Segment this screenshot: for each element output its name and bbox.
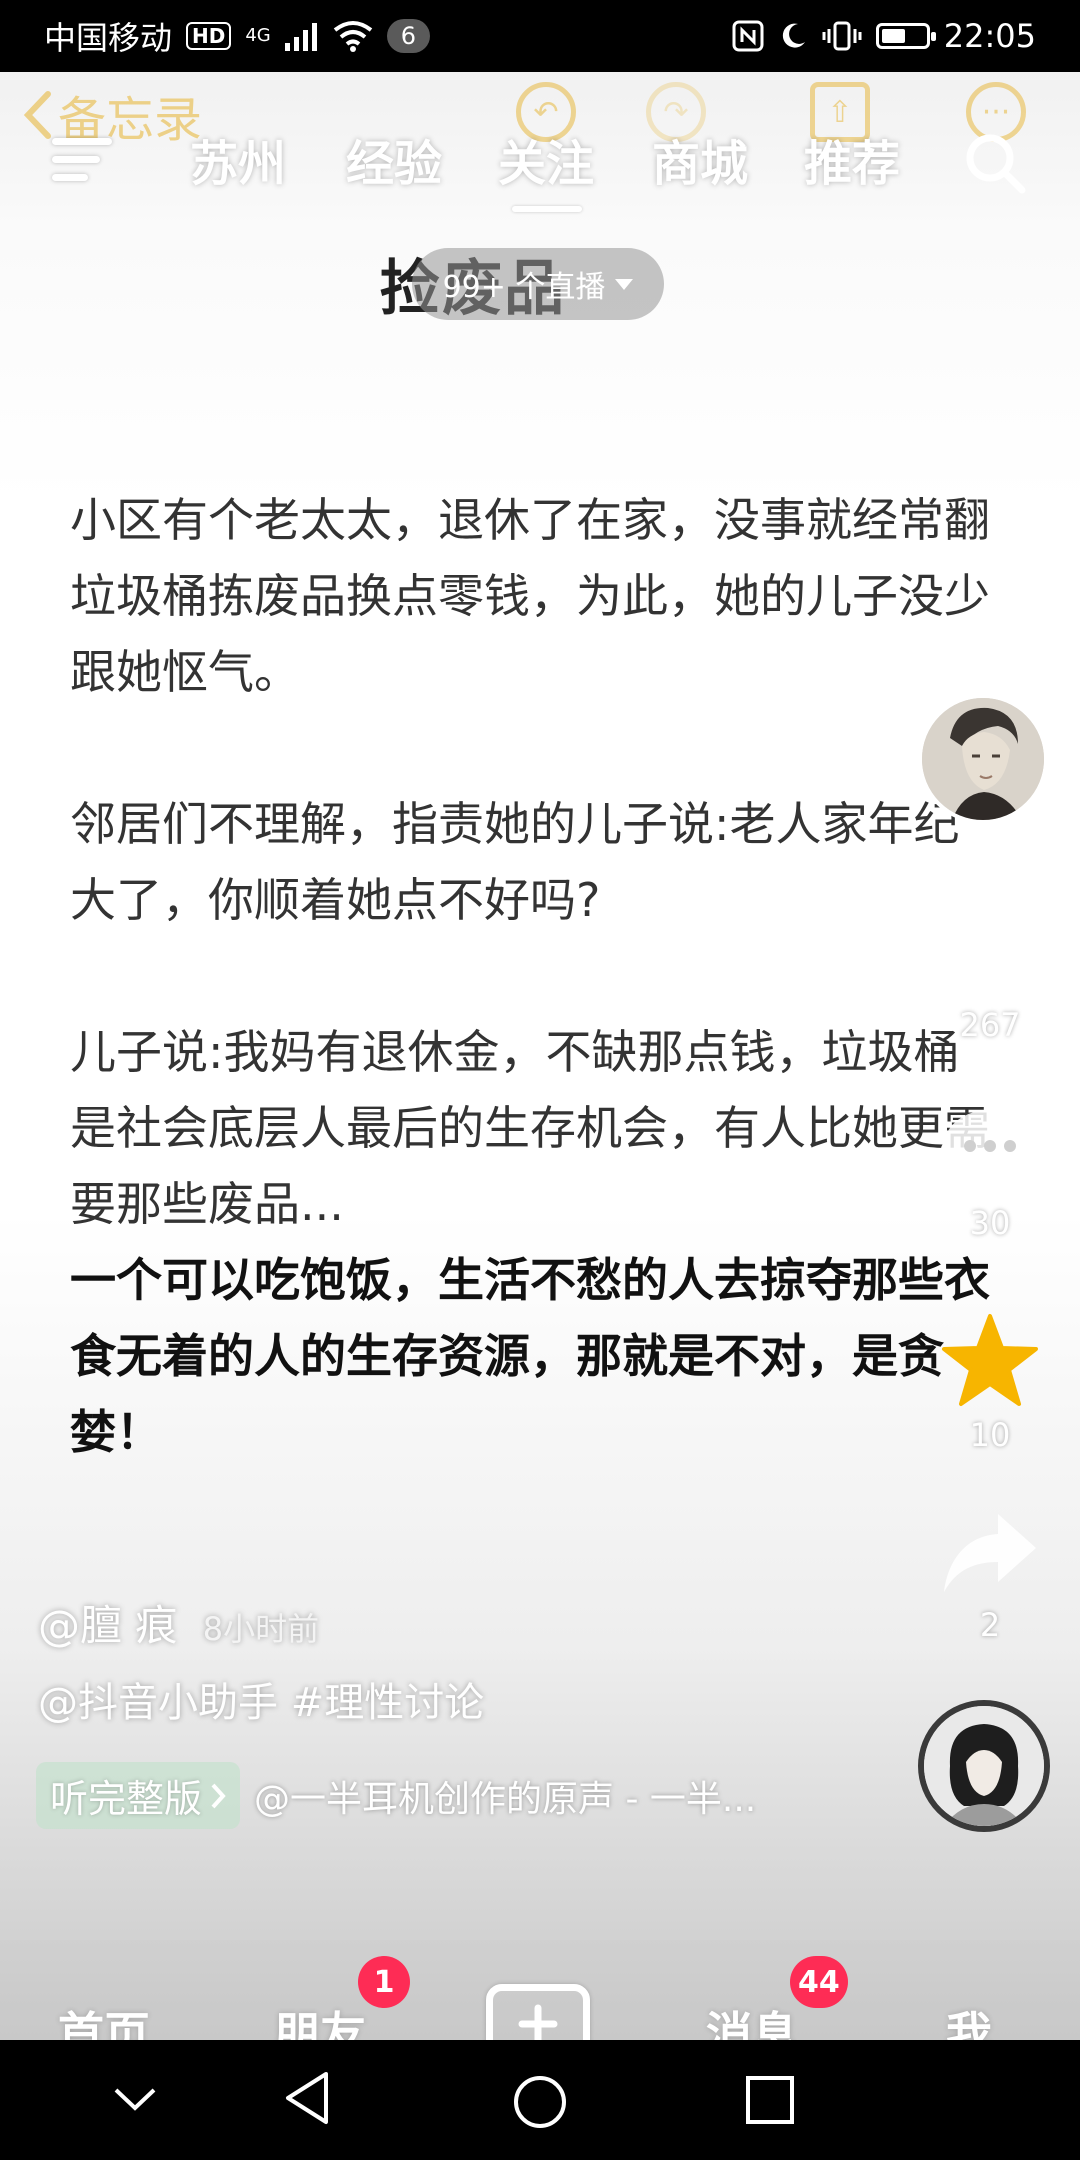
share-count: 2 <box>979 1606 1001 1644</box>
author-line[interactable]: @膻 痕 8小时前 <box>38 1592 319 1653</box>
music-disc-avatar[interactable] <box>918 1700 1050 1832</box>
paragraph: 邻居们不理解，指责她的儿子说:老人家年纪大了，你顺着她点不好吗? <box>70 797 960 927</box>
creator-avatar[interactable] <box>918 694 1048 824</box>
caret-down-icon <box>615 278 634 290</box>
music-title[interactable]: @一半耳机创作的原声 - 一半... <box>254 1770 756 1822</box>
status-right: 22:05 <box>732 17 1036 55</box>
comment-count: 30 <box>969 1204 1011 1242</box>
creator-portrait <box>922 698 1044 820</box>
share-button[interactable]: 2 <box>940 1508 1040 1644</box>
status-left: 中国移动 HD 4G 6 <box>44 13 431 59</box>
tab-experience[interactable]: 经验 <box>346 124 442 194</box>
comment-icon <box>944 1110 1036 1192</box>
search-icon[interactable] <box>964 132 1026 194</box>
live-pill[interactable]: 99+ 个直播 <box>412 248 664 320</box>
active-tab-indicator <box>512 206 582 212</box>
nfc-icon <box>732 20 764 52</box>
status-bar: 中国移动 HD 4G 6 22:05 <box>0 0 1080 72</box>
post-time: 8小时前 <box>202 1610 320 1648</box>
favorite-button[interactable]: 10 <box>940 1312 1040 1454</box>
hd-badge: HD <box>186 22 232 50</box>
plus-icon <box>518 2004 558 2040</box>
create-post-button[interactable] <box>486 1984 590 2040</box>
clock: 22:05 <box>943 17 1036 55</box>
friends-badge: 1 <box>358 1956 410 2008</box>
recent-apps-icon[interactable] <box>744 2074 796 2126</box>
nav-me[interactable]: 我 <box>946 1998 992 2040</box>
full-version-button[interactable]: 听完整版 <box>36 1762 241 1829</box>
music-row: 听完整版 @一半耳机创作的原声 - 一半... <box>36 1762 756 1829</box>
system-nav-bar <box>0 2040 1080 2160</box>
bold-paragraph: 一个可以吃饱饭，生活不愁的人去掠夺那些衣食无着的人的生存资源，那就是不对，是贪婪… <box>70 1253 990 1459</box>
heart-icon <box>944 910 1036 992</box>
vibrate-icon <box>822 21 862 51</box>
home-circle-icon[interactable] <box>512 2074 568 2130</box>
nav-messages[interactable]: 消息 <box>706 1998 798 2040</box>
messages-badge: 44 <box>790 1956 848 2008</box>
music-avatar-image <box>924 1706 1044 1826</box>
share-arrow-icon <box>944 1514 1036 1592</box>
paragraph: 儿子说:我妈有退休金，不缺那点钱，垃圾桶是社会底层人最后的生存机会，有人比她更需… <box>70 1025 990 1231</box>
menu-icon[interactable] <box>52 138 112 182</box>
battery-icon <box>875 23 936 49</box>
nav-home[interactable]: 首页 <box>58 1998 150 2040</box>
author-name[interactable]: @膻 痕 <box>38 1601 177 1650</box>
carrier-name: 中国移动 <box>44 19 173 57</box>
back-icon[interactable] <box>282 2070 332 2126</box>
favorite-count: 10 <box>969 1416 1011 1454</box>
tab-mall[interactable]: 商城 <box>652 124 748 194</box>
collapse-icon[interactable] <box>112 2084 158 2114</box>
network-type: 4G <box>245 25 271 46</box>
tab-suzhou[interactable]: 苏州 <box>190 124 286 194</box>
nav-friends[interactable]: 朋友 <box>274 1998 366 2040</box>
full-version-label: 听完整版 <box>50 1777 203 1821</box>
tab-following[interactable]: 关注 <box>498 124 594 194</box>
top-nav: 苏州 经验 关注 商城 推荐 <box>0 102 1080 212</box>
like-button[interactable]: 267 <box>940 908 1040 1044</box>
live-label: 99+ 个直播 <box>442 270 606 305</box>
chevron-right-icon <box>211 1783 226 1808</box>
post-description[interactable]: @抖音小助手 #理性讨论 <box>38 1670 484 1728</box>
article-body: 小区有个老太太，退休了在家，没事就经常翻垃圾桶拣废品换点零钱，为此，她的儿子没少… <box>70 482 990 1470</box>
tab-recommend[interactable]: 推荐 <box>804 124 900 194</box>
comment-button[interactable]: 30 <box>940 1106 1040 1242</box>
star-icon <box>942 1314 1038 1406</box>
video-feed[interactable]: 备忘录 ↶ ↷ ⇧ ··· 苏州 经验 关注 商城 推荐 捡废品 99+ 个直播… <box>0 72 1080 2040</box>
signal-icon <box>284 23 317 51</box>
wifi-icon <box>333 21 372 52</box>
paragraph: 小区有个老太太，退休了在家，没事就经常翻垃圾桶拣废品换点零钱，为此，她的儿子没少… <box>70 493 990 699</box>
moon-icon <box>782 23 805 48</box>
bottom-nav: 首页 朋友 1 消息 44 我 <box>0 1940 1080 2040</box>
notification-count-badge: 6 <box>386 19 431 53</box>
like-count: 267 <box>959 1006 1021 1044</box>
